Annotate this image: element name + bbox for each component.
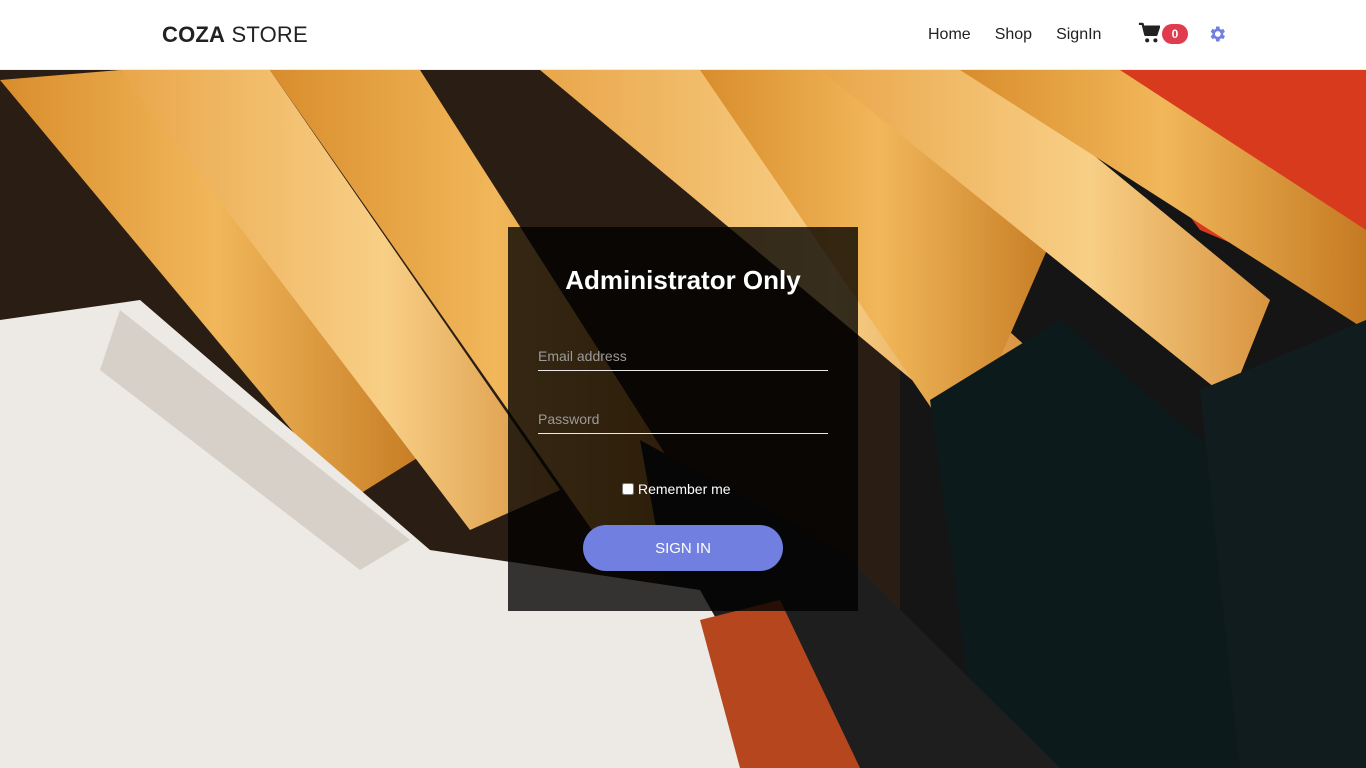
cart-button[interactable]: 0 (1138, 22, 1188, 44)
shopping-cart-icon (1138, 22, 1160, 43)
password-field[interactable] (538, 408, 828, 434)
remember-me-checkbox[interactable] (622, 483, 634, 495)
remember-me[interactable]: Remember me (622, 481, 731, 497)
brand-name-light: STORE (231, 22, 308, 47)
cart-count-badge: 0 (1162, 24, 1188, 44)
settings-button[interactable] (1207, 24, 1227, 44)
sign-in-button[interactable]: SIGN IN (583, 525, 783, 571)
navbar: COZA STORE Home Shop SignIn 0 (0, 0, 1366, 70)
nav-shop-link[interactable]: Shop (995, 26, 1032, 44)
brand-logo[interactable]: COZA STORE (162, 22, 308, 48)
nav-home-link[interactable]: Home (928, 26, 971, 44)
remember-me-label: Remember me (638, 481, 731, 497)
gear-icon (1210, 26, 1225, 42)
brand-name-bold: COZA (162, 22, 226, 47)
admin-login-form: Administrator Only Remember me SIGN IN (508, 227, 858, 611)
login-title: Administrator Only (565, 265, 801, 295)
main-nav: Home Shop SignIn (928, 0, 1125, 70)
email-field[interactable] (538, 345, 828, 371)
nav-signin-link[interactable]: SignIn (1056, 26, 1101, 44)
